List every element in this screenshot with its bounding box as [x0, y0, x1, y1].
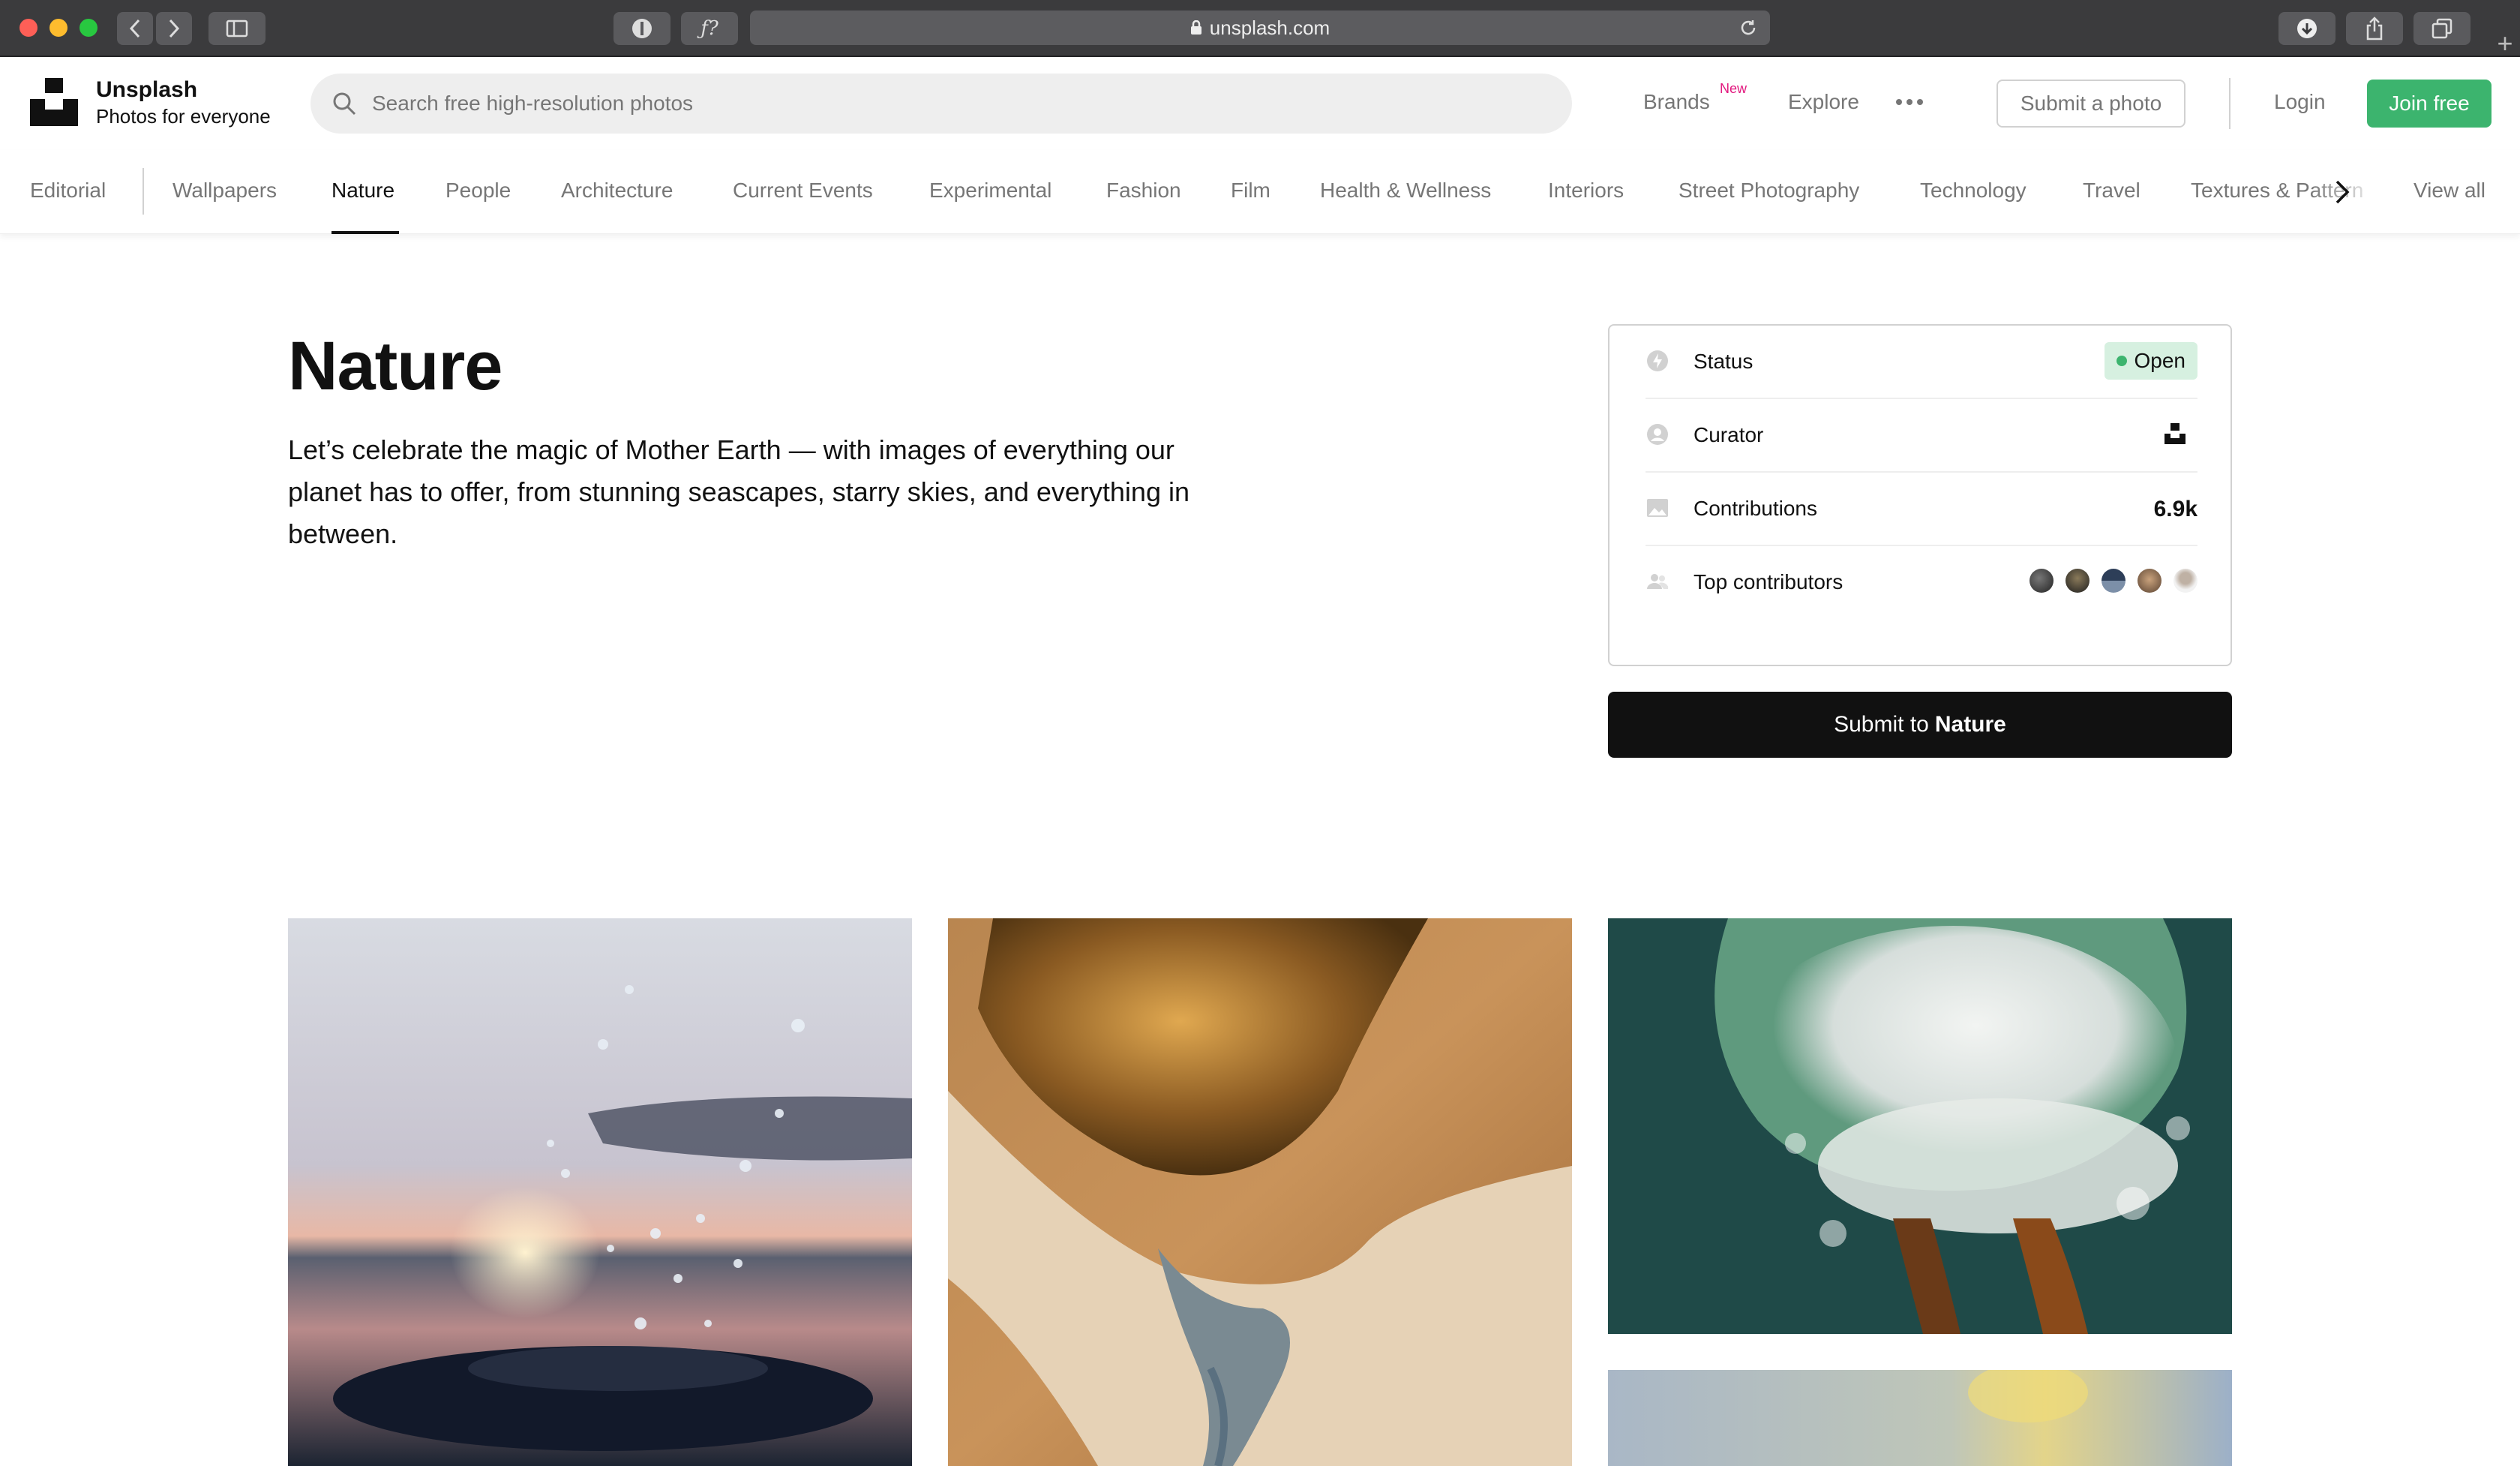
user-icon	[1647, 424, 1668, 445]
shield-icon	[632, 19, 652, 38]
photo-aerial-sand[interactable]	[948, 918, 1572, 1466]
downloads-button[interactable]	[2278, 12, 2336, 45]
forward-button[interactable]	[156, 12, 192, 45]
tabs-overview-button[interactable]	[2414, 12, 2470, 45]
tabs-icon	[2432, 18, 2452, 39]
tab-film[interactable]: Film	[1231, 179, 1270, 203]
tab-fashion[interactable]: Fashion	[1106, 179, 1181, 203]
tab-experimental[interactable]: Experimental	[929, 179, 1052, 203]
curator-row: Curator	[1646, 399, 2198, 473]
aerial-waterfall-image	[1608, 918, 2232, 1334]
status-icon	[1647, 350, 1668, 371]
status-row: Status Open	[1646, 326, 2198, 399]
submit-topic: Nature	[1934, 712, 2006, 737]
brand-name: Unsplash	[96, 77, 198, 102]
aerial-sand-image	[948, 918, 1572, 1466]
contributions-value: 6.9k	[2153, 497, 2198, 521]
topic-info-card: Status Open Curator Contributions 6.9k T…	[1608, 324, 2232, 666]
brand-block[interactable]: Unsplash Photos for everyone	[96, 77, 271, 129]
tab-editorial[interactable]: Editorial	[30, 179, 106, 203]
curator-label: Curator	[1694, 423, 1764, 446]
chevron-right-icon	[169, 19, 180, 38]
tab-wallpapers[interactable]: Wallpapers	[172, 179, 277, 203]
site-header: Unsplash Photos for everyone Brands New …	[0, 57, 2520, 150]
sidebar-icon	[226, 20, 248, 38]
browser-toolbar: ƒ? unsplash.com +	[0, 0, 2520, 57]
chevron-left-icon	[129, 19, 140, 38]
tab-technology[interactable]: Technology	[1920, 179, 2026, 203]
avatar[interactable]	[2174, 569, 2198, 593]
submit-prefix: Submit to	[1834, 712, 1929, 737]
view-all-link[interactable]: View all	[2414, 179, 2486, 203]
download-icon	[2297, 19, 2317, 38]
contributions-row: Contributions 6.9k	[1646, 473, 2198, 546]
explore-link[interactable]: Explore	[1788, 90, 1859, 114]
contributor-avatars	[2030, 569, 2198, 593]
status-label: Status	[1694, 350, 1754, 373]
search-icon[interactable]	[332, 91, 357, 116]
join-free-button[interactable]: Join free	[2367, 80, 2492, 128]
status-badge: Open	[2104, 342, 2198, 380]
close-window-button[interactable]	[20, 19, 38, 37]
tab-street-photography[interactable]: Street Photography	[1678, 179, 1859, 203]
tab-architecture[interactable]: Architecture	[561, 179, 673, 203]
more-options-icon[interactable]	[1896, 99, 1923, 105]
topic-description: Let’s celebrate the magic of Mother Eart…	[288, 434, 1190, 549]
sidebar-toggle-button[interactable]	[208, 12, 266, 45]
share-button[interactable]	[2346, 12, 2403, 45]
unsplash-curator-icon[interactable]	[2163, 422, 2187, 446]
chevron-right-icon[interactable]	[2331, 176, 2354, 209]
contributions-label: Contributions	[1694, 497, 1817, 520]
avatar[interactable]	[2102, 569, 2126, 593]
login-link[interactable]: Login	[2274, 90, 2326, 114]
avatar[interactable]	[2066, 569, 2090, 593]
avatar[interactable]	[2030, 569, 2054, 593]
users-icon	[1647, 574, 1669, 589]
address-bar[interactable]: unsplash.com	[750, 11, 1770, 45]
submit-photo-button[interactable]: Submit a photo	[1996, 80, 2186, 128]
minimize-window-button[interactable]	[50, 19, 68, 37]
photo-blurred-landscape[interactable]	[1608, 1370, 2232, 1466]
image-icon	[1647, 499, 1668, 517]
search-bar[interactable]	[310, 74, 1572, 134]
topic-nav: Editorial Wallpapers Nature People Archi…	[0, 150, 2520, 234]
top-contributors-row: Top contributors	[1646, 546, 2198, 620]
water-splash-image	[288, 918, 912, 1466]
blurred-landscape-image	[1608, 1370, 2232, 1466]
search-input[interactable]	[372, 92, 1497, 116]
url-text: unsplash.com	[1209, 16, 1330, 39]
photo-water-splash[interactable]	[288, 918, 912, 1466]
status-value: Open	[2134, 349, 2186, 372]
unsplash-logo-icon[interactable]	[30, 78, 78, 126]
tab-health-wellness[interactable]: Health & Wellness	[1320, 179, 1491, 203]
photo-aerial-waterfall[interactable]	[1608, 918, 2232, 1334]
tab-nature[interactable]: Nature	[332, 179, 394, 203]
font-extension-button[interactable]: ƒ?	[681, 12, 738, 45]
tabs-fade-overlay	[2310, 173, 2400, 215]
active-tab-indicator	[332, 231, 399, 234]
avatar[interactable]	[2138, 569, 2162, 593]
brand-tagline: Photos for everyone	[96, 105, 271, 128]
privacy-extension-button[interactable]	[614, 12, 670, 45]
new-badge: New	[1720, 81, 1748, 96]
lock-icon	[1190, 20, 1202, 35]
submit-to-topic-button[interactable]: Submit to Nature	[1608, 692, 2232, 758]
topic-divider	[142, 168, 144, 215]
brands-link[interactable]: Brands	[1643, 90, 1710, 114]
new-tab-button[interactable]: +	[2490, 30, 2520, 57]
top-contributors-label: Top contributors	[1694, 570, 1844, 593]
tab-current-events[interactable]: Current Events	[733, 179, 873, 203]
page-title: Nature	[288, 328, 502, 404]
header-divider	[2229, 78, 2230, 129]
back-button[interactable]	[117, 12, 153, 45]
tab-interiors[interactable]: Interiors	[1548, 179, 1624, 203]
reload-icon[interactable]	[1738, 18, 1758, 38]
tab-travel[interactable]: Travel	[2083, 179, 2140, 203]
share-icon	[2366, 17, 2383, 41]
tab-people[interactable]: People	[446, 179, 511, 203]
zoom-window-button[interactable]	[80, 19, 98, 37]
